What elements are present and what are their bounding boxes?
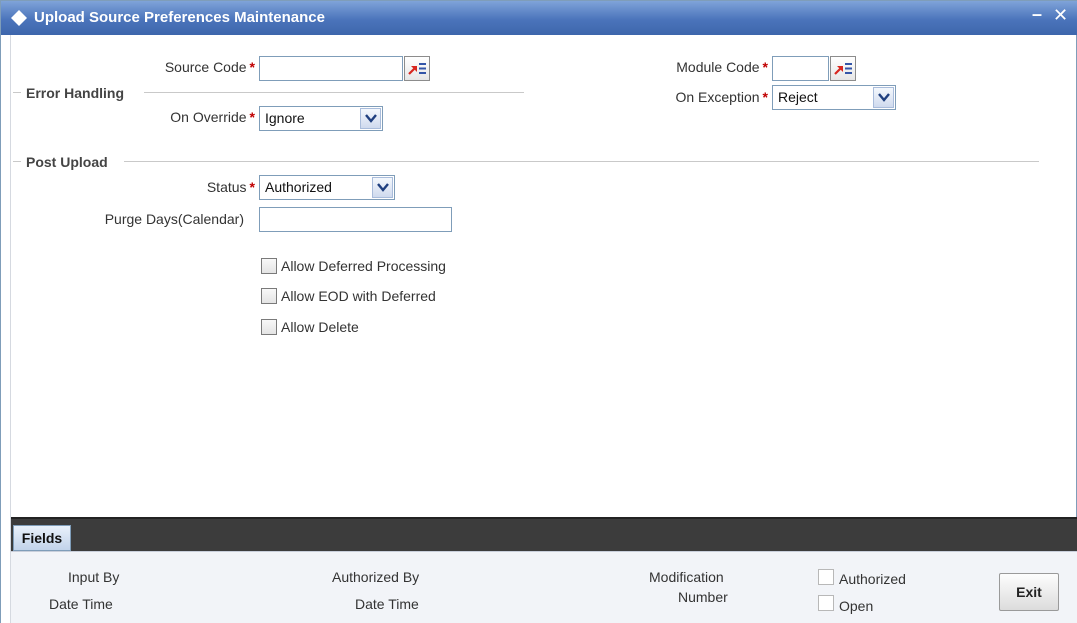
title-bar[interactable]: Upload Source Preferences Maintenance – … <box>1 1 1077 35</box>
purge-days-input[interactable] <box>259 207 452 232</box>
status-label: Status * <box>121 179 255 195</box>
close-button[interactable]: ✕ <box>1053 5 1068 26</box>
dropdown-button[interactable] <box>372 177 393 198</box>
left-border-strip <box>1 35 11 623</box>
on-exception-label: On Exception * <box>621 89 768 105</box>
exit-button[interactable]: Exit <box>999 573 1059 611</box>
fields-button[interactable]: Fields <box>13 525 71 551</box>
on-exception-value: Reject <box>778 89 818 105</box>
required-marker: * <box>762 89 768 105</box>
source-code-lov-button[interactable] <box>404 56 430 81</box>
module-code-label: Module Code * <box>621 59 768 75</box>
authorized-checkbox[interactable] <box>818 569 834 585</box>
section-divider <box>124 161 1039 162</box>
required-marker: * <box>249 109 255 125</box>
status-label-text: Status <box>206 179 247 195</box>
required-marker: * <box>762 59 768 75</box>
chevron-down-icon <box>377 183 389 192</box>
window-title: Upload Source Preferences Maintenance <box>34 9 325 26</box>
section-divider <box>13 92 21 93</box>
input-date-time-label: Date Time <box>49 596 113 612</box>
module-code-input[interactable] <box>772 56 829 81</box>
fields-bar: Fields <box>11 517 1077 551</box>
status-select[interactable]: Authorized <box>259 175 395 200</box>
list-of-values-icon <box>834 63 852 75</box>
module-code-label-text: Module Code <box>676 59 760 75</box>
authorized-date-time-label: Date Time <box>355 596 419 612</box>
on-override-label: On Override * <box>121 109 255 125</box>
section-divider <box>13 161 21 162</box>
section-divider <box>144 92 524 93</box>
allow-delete-label: Allow Delete <box>281 319 359 335</box>
minimize-button[interactable]: – <box>1032 4 1042 25</box>
chevron-down-icon <box>365 114 377 123</box>
source-code-label: Source Code * <box>121 59 255 75</box>
chevron-down-icon <box>878 93 890 102</box>
dropdown-button[interactable] <box>360 108 381 129</box>
modification-label: Modification <box>649 569 724 585</box>
authorized-checkbox-label: Authorized <box>839 571 906 587</box>
on-override-select[interactable]: Ignore <box>259 106 383 131</box>
status-value: Authorized <box>265 179 332 195</box>
upload-source-preferences-window: Upload Source Preferences Maintenance – … <box>0 0 1077 623</box>
purge-days-label: Purge Days(Calendar) <box>104 211 244 227</box>
on-override-value: Ignore <box>265 110 305 126</box>
allow-deferred-processing-label: Allow Deferred Processing <box>281 258 446 274</box>
on-override-label-text: On Override <box>170 109 247 125</box>
post-upload-heading: Post Upload <box>26 154 108 170</box>
allow-deferred-processing-checkbox[interactable] <box>261 258 277 274</box>
required-marker: * <box>249 179 255 195</box>
modification-number-label: Number <box>678 589 728 605</box>
allow-eod-with-deferred-label: Allow EOD with Deferred <box>281 288 436 304</box>
dropdown-button[interactable] <box>873 87 894 108</box>
allow-delete-checkbox[interactable] <box>261 319 277 335</box>
on-exception-label-text: On Exception <box>675 89 760 105</box>
source-code-input[interactable] <box>259 56 403 81</box>
input-by-label: Input By <box>68 569 120 585</box>
error-handling-heading: Error Handling <box>26 85 125 101</box>
required-marker: * <box>249 59 255 75</box>
list-of-values-icon <box>408 63 426 75</box>
diamond-icon <box>11 10 27 26</box>
on-exception-select[interactable]: Reject <box>772 85 896 110</box>
audit-footer <box>11 551 1077 623</box>
authorized-by-label: Authorized By <box>332 569 420 585</box>
open-checkbox[interactable] <box>818 595 834 611</box>
allow-eod-with-deferred-checkbox[interactable] <box>261 288 277 304</box>
module-code-lov-button[interactable] <box>830 56 856 81</box>
source-code-label-text: Source Code <box>164 59 247 75</box>
open-checkbox-label: Open <box>839 598 874 614</box>
